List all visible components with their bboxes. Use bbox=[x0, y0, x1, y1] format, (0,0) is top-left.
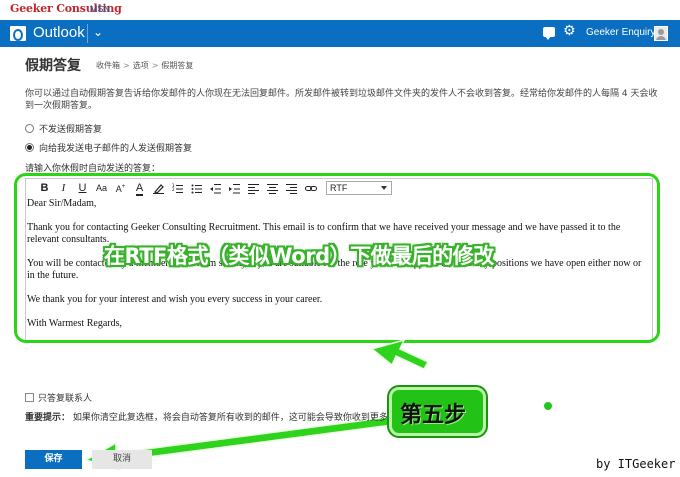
radio-send-reply[interactable]: 向给我发送电子邮件的人发送假期答复 bbox=[25, 141, 192, 154]
radio-label: 向给我发送电子邮件的人发送假期答复 bbox=[39, 144, 193, 154]
arrow-to-editor bbox=[370, 338, 430, 370]
contacts-only-option[interactable]: 只答复联系人 bbox=[25, 391, 92, 404]
notice-text: 如果你清空此复选框，将会自动答复所有收到的邮件，这可能会导致你收到更多 bbox=[72, 413, 388, 423]
gear-icon[interactable]: ⚙ bbox=[563, 24, 576, 38]
avatar[interactable] bbox=[654, 26, 668, 41]
header-divider bbox=[87, 24, 88, 43]
contacts-only-checkbox[interactable] bbox=[25, 393, 34, 402]
page-title: 假期答复 bbox=[25, 58, 81, 74]
msn-link[interactable]: MSN bbox=[90, 4, 110, 14]
app-title[interactable]: Outlook bbox=[33, 24, 85, 41]
radio-no-reply[interactable]: 不发送假期答复 bbox=[25, 122, 102, 135]
breadcrumb-current: 假期答复 bbox=[161, 61, 194, 70]
save-button[interactable]: 保存 bbox=[25, 450, 82, 469]
step-label: 第五步 bbox=[400, 403, 467, 428]
important-notice: 重要提示： 如果你清空此复选框，将会自动答复所有收到的邮件，这可能会导致你收到更… bbox=[25, 410, 405, 423]
checkbox-label: 只答复联系人 bbox=[38, 394, 93, 404]
notice-prefix: 重要提示： bbox=[25, 413, 71, 423]
outlook-logo-icon[interactable] bbox=[10, 26, 26, 41]
brand-bar: Geeker Consulting MSN bbox=[0, 0, 680, 20]
watermark: by ITGeeker bbox=[596, 457, 676, 471]
step-badge: 第五步 bbox=[389, 387, 486, 436]
breadcrumb-separator: > bbox=[123, 61, 130, 70]
annotation-caption: 在RTF格式（类似Word）下做最后的修改 bbox=[104, 244, 494, 268]
breadcrumb-separator: > bbox=[151, 61, 159, 70]
cancel-button[interactable]: 取消 bbox=[92, 450, 152, 469]
chat-icon[interactable] bbox=[543, 27, 555, 40]
breadcrumb-inbox[interactable]: 收件箱 bbox=[96, 61, 120, 70]
outlook-header: Outlook ⌄ ⚙ Geeker Enquiry bbox=[0, 20, 680, 47]
chevron-down-icon[interactable]: ⌄ bbox=[93, 25, 103, 39]
radio-label: 不发送假期答复 bbox=[39, 125, 103, 135]
description-text: 你可以通过自动假期答复告诉给你发邮件的人你现在无法回复邮件。所发邮件被转到垃圾邮… bbox=[25, 89, 658, 111]
green-dot bbox=[544, 402, 552, 410]
user-name[interactable]: Geeker Enquiry bbox=[586, 27, 655, 38]
radio-button[interactable] bbox=[25, 124, 34, 133]
breadcrumb: 收件箱 > 选项 > 假期答复 bbox=[96, 60, 193, 71]
breadcrumb-options[interactable]: 选项 bbox=[133, 61, 149, 70]
radio-button-selected[interactable] bbox=[25, 143, 34, 152]
